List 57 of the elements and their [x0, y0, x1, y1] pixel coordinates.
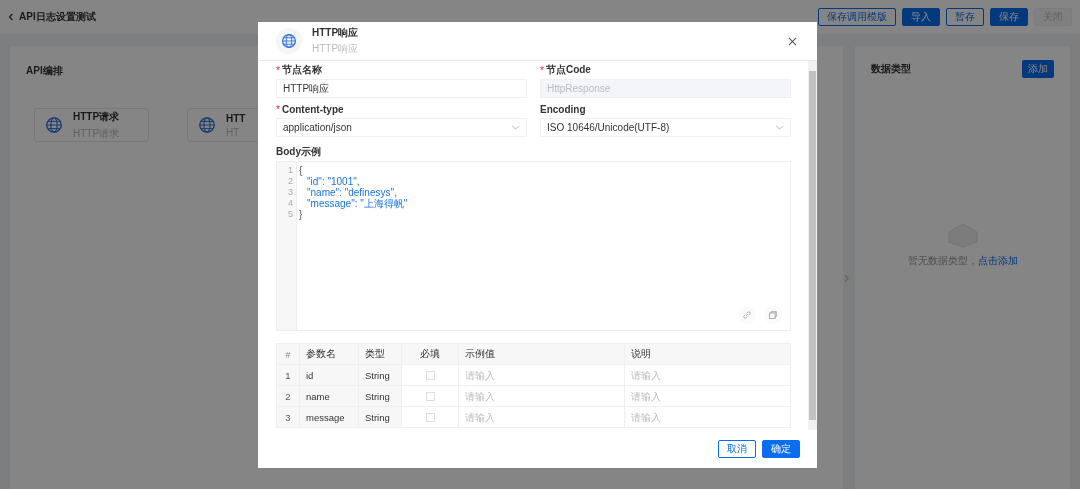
add-link[interactable]: 点击添加	[977, 255, 1018, 266]
globe-icon	[45, 116, 63, 134]
line-number: 3	[288, 187, 293, 198]
back-link[interactable]: API日志设置测试	[8, 10, 96, 24]
copy-icon[interactable]	[764, 306, 782, 324]
field-label: 节点名称	[281, 63, 322, 77]
code-line: }	[299, 209, 304, 220]
toolbar-button[interactable]: 保存	[990, 8, 1028, 26]
chevron-down-icon	[511, 125, 520, 130]
table-cell: 3	[276, 406, 300, 428]
code-line: "message": "上海得帆"	[306, 198, 408, 209]
checkbox[interactable]	[425, 413, 435, 423]
close-icon[interactable]	[788, 36, 797, 46]
code-line: "name": "definesys",	[306, 187, 397, 198]
globe-icon	[198, 116, 216, 134]
table-cell: 2	[276, 385, 300, 407]
column-header: 类型	[358, 343, 402, 365]
line-number: 1	[288, 165, 293, 176]
add-button[interactable]: 添加	[1022, 60, 1054, 78]
toolbar-button[interactable]: 暂存	[946, 8, 984, 26]
select-field[interactable]: application/json	[276, 118, 527, 137]
dialog-title: HTTP响应	[312, 26, 360, 40]
required-mark: *	[540, 64, 544, 76]
code-line: {	[299, 165, 304, 176]
chevron-right-icon[interactable]	[844, 274, 849, 283]
code-line: "id": "1001",	[306, 176, 361, 187]
toolbar-button[interactable]: 保存调用模版	[818, 8, 896, 26]
toolbar-button[interactable]: 导入	[902, 8, 940, 26]
column-header: 示例值	[458, 343, 625, 365]
line-number: 5	[288, 209, 293, 220]
checkbox[interactable]	[425, 371, 435, 381]
back-icon	[8, 13, 14, 21]
column-header: 必填	[401, 343, 459, 365]
node-title: HTT	[226, 112, 246, 124]
input-field[interactable]: HTTP响应	[276, 79, 527, 98]
scrollbar[interactable]	[808, 61, 817, 430]
panel-title: 数据类型	[871, 62, 911, 76]
panel-title: API编排	[26, 65, 63, 76]
field-label: Encoding	[540, 103, 586, 115]
required-mark: *	[276, 64, 280, 76]
dialog-button[interactable]: 确定	[762, 440, 800, 458]
chevron-down-icon	[775, 125, 784, 130]
column-header: 说明	[624, 343, 791, 365]
node-title: HTTP请求	[73, 109, 120, 124]
line-number: 2	[288, 176, 293, 187]
select-field[interactable]: ISO 10646/Unicode(UTF-8)	[540, 118, 791, 137]
field-label: Body示例	[276, 145, 321, 159]
column-header: 参数名	[299, 343, 359, 365]
code-editor[interactable]: 1 2 3 4 5 { "id": "1001", "name": "definesys", "message": "上海得帆" }	[276, 161, 791, 331]
column-header: #	[276, 343, 300, 365]
dialog-button[interactable]: 取消	[718, 440, 756, 458]
link-icon[interactable]	[738, 306, 756, 324]
field-label: 节点Code	[545, 63, 591, 77]
checkbox[interactable]	[425, 392, 435, 402]
globe-icon	[276, 28, 302, 54]
table-cell: 1	[276, 364, 300, 386]
line-number: 4	[288, 198, 293, 209]
